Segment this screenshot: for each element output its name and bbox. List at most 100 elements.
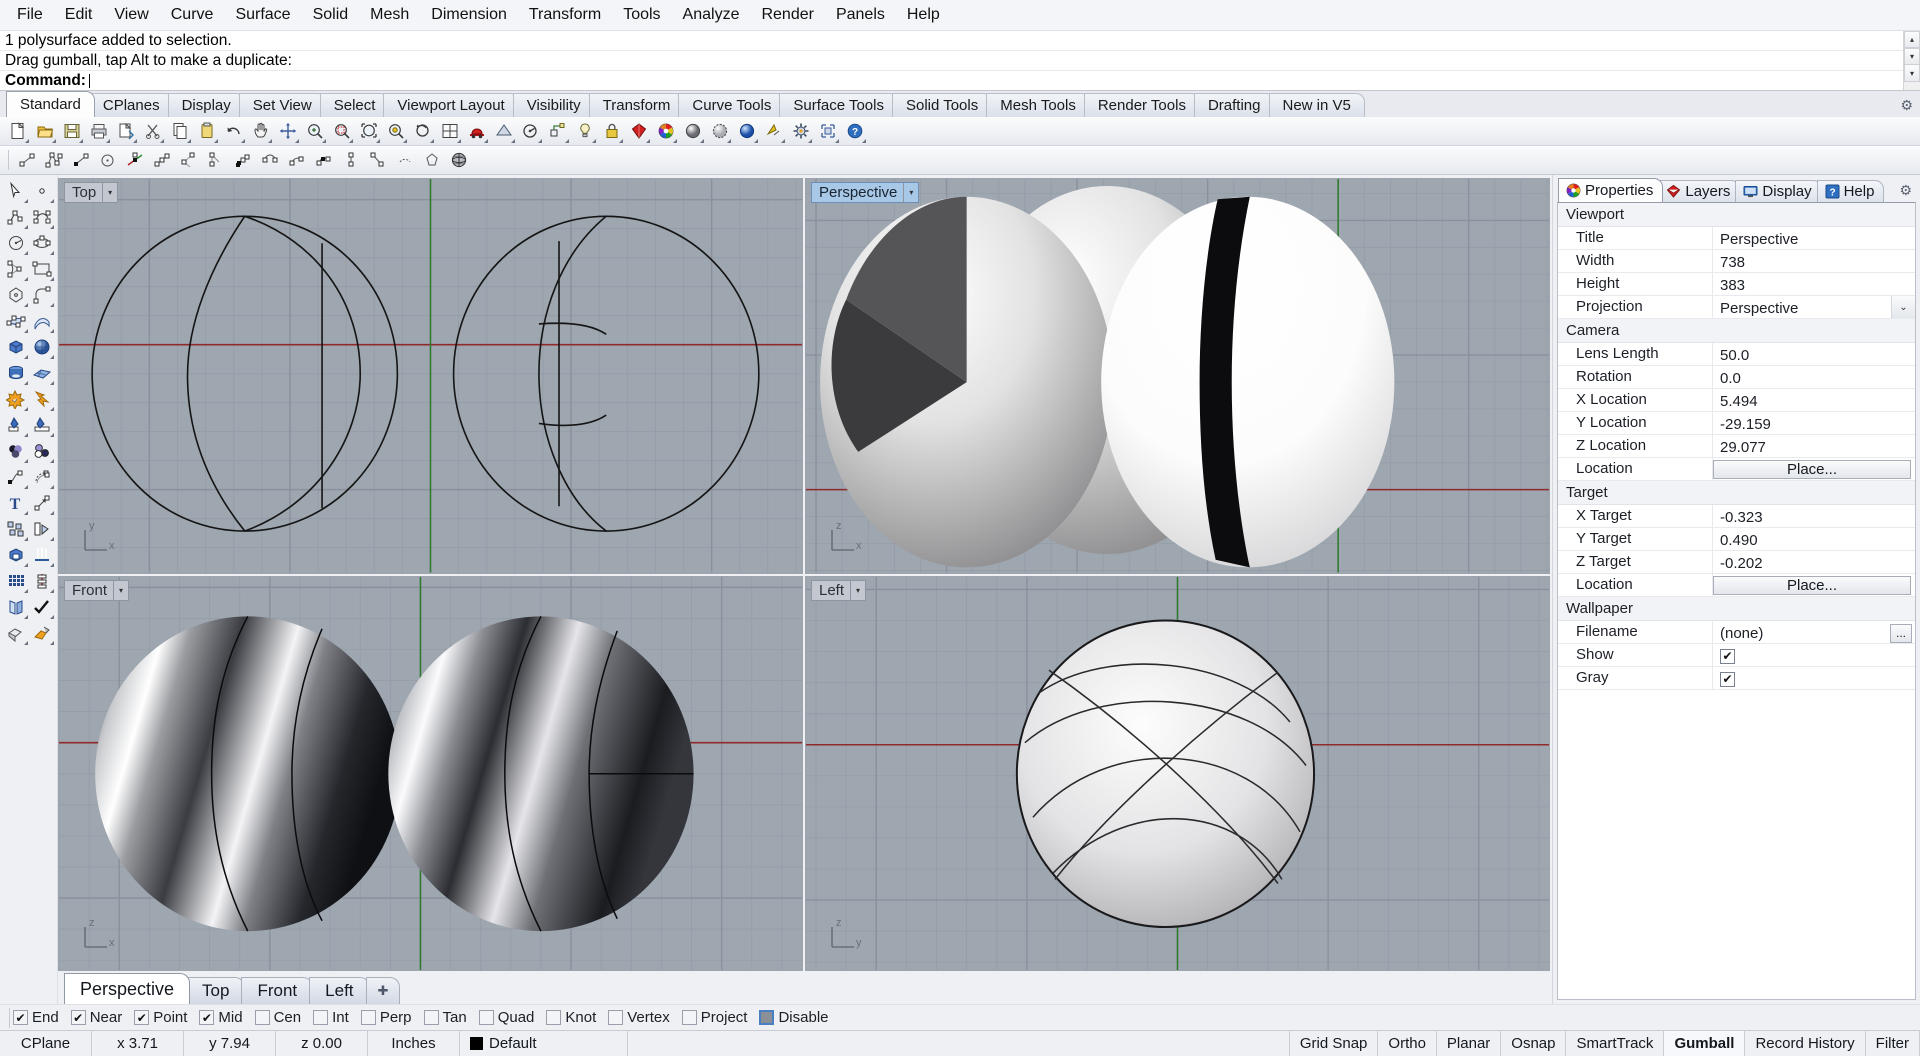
osnap-quad[interactable]: Quad [478, 1009, 534, 1026]
osnap-vertex[interactable]: Vertex [608, 1009, 670, 1026]
status-toggle-gumball[interactable]: Gumball [1664, 1031, 1746, 1056]
check-objects-icon[interactable] [29, 594, 55, 620]
viewport-tab-top[interactable]: Top [186, 977, 246, 1004]
curve-blend-icon[interactable] [3, 464, 29, 490]
viewport-top[interactable]: Top ▾ y x [58, 178, 803, 574]
grid-icon[interactable] [437, 119, 462, 144]
property-value-cell[interactable]: Place... [1713, 574, 1915, 596]
viewport-title-front[interactable]: Front ▾ [64, 579, 130, 601]
open-file-icon[interactable] [32, 119, 57, 144]
layer-color-icon[interactable] [3, 438, 29, 464]
rectangle-icon[interactable] [29, 256, 55, 282]
status-toggle-grid-snap[interactable]: Grid Snap [1290, 1031, 1379, 1056]
sphere-solid-icon[interactable] [29, 334, 55, 360]
cut-copy-icon[interactable] [113, 119, 138, 144]
save-file-icon[interactable] [59, 119, 84, 144]
status-cplane[interactable]: CPlane [0, 1031, 92, 1056]
zoom-extents-icon[interactable] [356, 119, 381, 144]
help-question-icon[interactable]: ? [842, 119, 867, 144]
osnap-int[interactable]: Int [313, 1009, 349, 1026]
ghosted-sphere-icon[interactable] [707, 119, 732, 144]
status-toggle-planar[interactable]: Planar [1437, 1031, 1502, 1056]
toolbar-tab-surface-tools[interactable]: Surface Tools [779, 93, 898, 117]
point-cloud-icon[interactable] [230, 148, 255, 173]
chevron-down-icon[interactable]: ▾ [850, 580, 865, 600]
angle-line-icon[interactable] [203, 148, 228, 173]
property-value-cell[interactable]: 738 [1713, 250, 1915, 272]
property-value-cell[interactable]: 5.494 [1713, 389, 1915, 411]
menu-item-file[interactable]: File [6, 3, 54, 27]
command-scroll-down-button[interactable]: ▾ [1904, 48, 1920, 65]
toolbar-tab-new-in-v5[interactable]: New in V5 [1268, 93, 1365, 117]
properties-icon[interactable] [815, 119, 840, 144]
property-value-cell[interactable]: -0.202 [1713, 551, 1915, 573]
ellipse-icon[interactable] [29, 230, 55, 256]
cplane-axis-icon[interactable] [122, 148, 147, 173]
panel-tab-properties[interactable]: Properties [1558, 178, 1664, 202]
property-value-cell[interactable]: -29.159 [1713, 412, 1915, 434]
command-scroll-up-button[interactable]: ▴ [1904, 31, 1920, 48]
render-icon[interactable] [29, 620, 55, 646]
osnap-checkbox[interactable] [423, 1010, 439, 1025]
menu-item-mesh[interactable]: Mesh [359, 3, 420, 27]
osnap-checkbox[interactable] [608, 1010, 624, 1025]
arc-icon[interactable] [257, 148, 282, 173]
surface-control-points-icon[interactable] [3, 308, 29, 334]
osnap-checkbox[interactable]: ✔ [13, 1010, 28, 1025]
property-value-cell[interactable]: 0.490 [1713, 528, 1915, 550]
status-layer[interactable]: Default [460, 1031, 628, 1056]
osnap-checkbox[interactable] [681, 1010, 697, 1025]
pan-hand-icon[interactable] [248, 119, 273, 144]
render-sphere-icon[interactable] [734, 119, 759, 144]
viewport-title-top[interactable]: Top ▾ [64, 182, 119, 203]
polygon-icon[interactable] [419, 148, 444, 173]
osnap-checkbox[interactable]: ✔ [70, 1010, 86, 1025]
move-icon[interactable] [275, 119, 300, 144]
cylinder-solid-icon[interactable] [3, 360, 29, 386]
property-checkbox[interactable]: ✔ [1720, 648, 1735, 664]
array-curve-icon[interactable] [29, 568, 55, 594]
osnap-perp[interactable]: Perp [360, 1009, 412, 1026]
surface-sweep-icon[interactable] [29, 308, 55, 334]
menu-item-tools[interactable]: Tools [612, 3, 671, 27]
property-value-cell[interactable]: Perspective ⌄ [1713, 296, 1915, 318]
layer-color-icon[interactable] [626, 119, 651, 144]
property-value-cell[interactable]: 50.0 [1713, 343, 1915, 365]
zoom-dynamic-icon[interactable] [410, 119, 435, 144]
viewport-left[interactable]: Left ▾ z y [805, 575, 1550, 971]
circle-icon[interactable] [95, 148, 120, 173]
toolbar-tab-viewport-layout[interactable]: Viewport Layout [383, 93, 519, 117]
viewport-title-perspective[interactable]: Perspective ▾ [811, 182, 920, 203]
osnap-project[interactable]: Project [681, 1009, 747, 1026]
toolbar-tab-select[interactable]: Select [319, 93, 390, 117]
menu-item-solid[interactable]: Solid [302, 3, 360, 27]
status-y-coordinate[interactable]: y 7.94 [184, 1031, 276, 1056]
viewport-front[interactable]: Front ▾ z x [58, 575, 803, 971]
toolbar-tab-visibility[interactable]: Visibility [512, 93, 595, 117]
print-icon[interactable] [86, 119, 111, 144]
sphere-wire-icon[interactable] [446, 148, 471, 173]
toolbar-tab-drafting[interactable]: Drafting [1193, 93, 1275, 117]
menu-item-view[interactable]: View [103, 3, 159, 27]
property-value-cell[interactable]: 29.077 [1713, 435, 1915, 457]
mirror-icon[interactable] [3, 594, 29, 620]
new-file-icon[interactable] [5, 119, 30, 144]
osnap-point[interactable]: ✔ Point [134, 1009, 187, 1026]
status-z-coordinate[interactable]: z 0.00 [276, 1031, 368, 1056]
osnap-checkbox[interactable]: ✔ [199, 1010, 215, 1025]
zoom-window-icon[interactable] [329, 119, 354, 144]
status-toggle-ortho[interactable]: Ortho [1378, 1031, 1437, 1056]
zoom-selected-icon[interactable] [383, 119, 408, 144]
place-button[interactable]: Place... [1713, 459, 1911, 479]
panel-tab-help[interactable]: ? Help [1816, 180, 1885, 202]
command-scroll-expand-button[interactable]: ▾ [1904, 65, 1920, 82]
circle-icon[interactable] [3, 230, 29, 256]
analyze-direction-icon[interactable] [518, 119, 543, 144]
extrude-icon[interactable] [29, 542, 55, 568]
toolbar-tab-set-view[interactable]: Set View [238, 93, 326, 117]
property-value-cell[interactable]: (none)... [1713, 621, 1915, 643]
chevron-down-icon[interactable]: ▾ [102, 183, 117, 202]
scissors-cut-icon[interactable] [140, 119, 165, 144]
car-render-icon[interactable] [464, 119, 489, 144]
color-wheel-icon[interactable] [653, 119, 678, 144]
